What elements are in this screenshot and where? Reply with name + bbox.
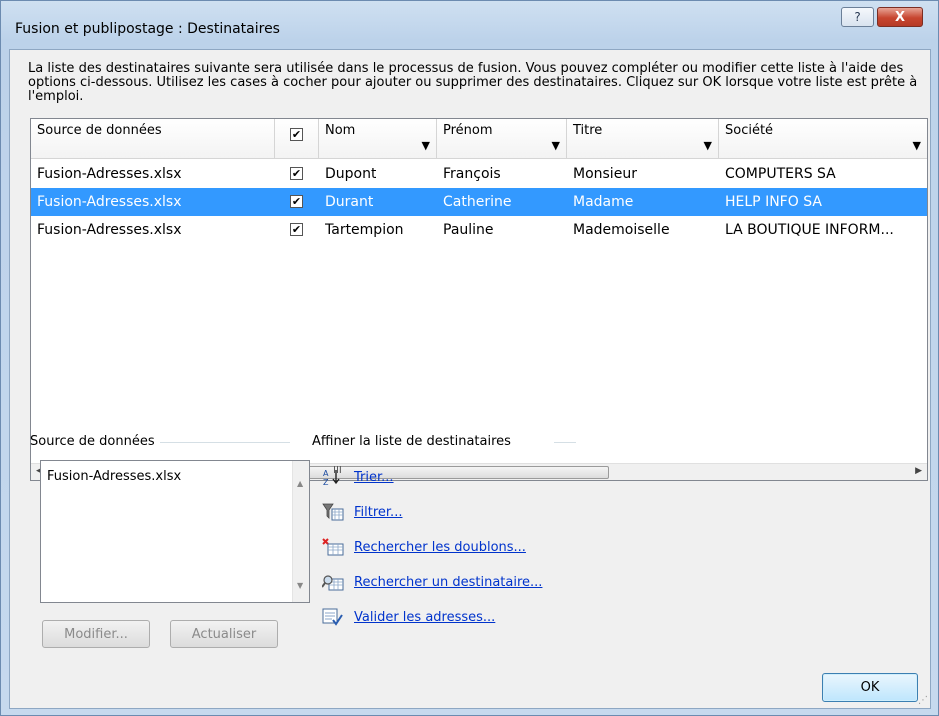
svg-text:Z: Z [323, 478, 329, 486]
list-item[interactable]: Fusion-Adresses.xlsx [47, 469, 181, 484]
close-button[interactable]: X [877, 7, 923, 27]
row-checkbox[interactable]: ✔ [290, 167, 303, 180]
find-recipient-icon [321, 573, 344, 591]
duplicates-link-row[interactable]: Rechercher les doublons... [322, 536, 526, 558]
cell-prenom: François [443, 166, 501, 182]
duplicates-icon [322, 538, 344, 556]
modify-button[interactable]: Modifier... [42, 620, 150, 648]
cell-nom: Tartempion [325, 222, 404, 238]
cell-nom: Durant [325, 194, 374, 210]
row-checkbox[interactable]: ✔ [290, 195, 303, 208]
dialog-window: Fusion et publipostage : Destinataires ?… [0, 0, 939, 716]
table-row[interactable]: Fusion-Adresses.xlsx ✔ Dupont François M… [31, 160, 927, 188]
close-icon: X [894, 9, 906, 25]
select-all-checkbox[interactable]: ✔ [290, 128, 303, 141]
cell-prenom: Catherine [443, 194, 512, 210]
cell-societe: COMPUTERS SA [725, 166, 836, 182]
column-label: Titre [573, 123, 603, 138]
data-source-list[interactable]: Fusion-Adresses.xlsx ▲ ▼ [40, 460, 310, 603]
scroll-right-icon[interactable]: ▶ [915, 466, 922, 476]
cell-titre: Madame [573, 194, 634, 210]
column-header-prenom[interactable]: Prénom ▼ [437, 119, 567, 159]
dropdown-arrow-icon[interactable]: ▼ [552, 139, 560, 152]
source-section-label: Source de données [30, 434, 155, 449]
scroll-down-icon[interactable]: ▼ [297, 581, 303, 590]
refine-section-label: Affiner la liste de destinataires [312, 434, 511, 449]
help-button[interactable]: ? [841, 7, 874, 27]
column-label: Société [725, 123, 774, 138]
cell-titre: Mademoiselle [573, 222, 670, 238]
cell-source: Fusion-Adresses.xlsx [37, 194, 182, 210]
scroll-up-icon[interactable]: ▲ [297, 479, 303, 488]
sort-link-row[interactable]: A Z Trier... [322, 466, 394, 488]
filter-icon [322, 503, 344, 521]
vertical-scrollbar[interactable]: ▲ ▼ [292, 461, 309, 602]
dropdown-arrow-icon[interactable]: ▼ [913, 139, 921, 152]
sort-az-icon: A Z [322, 468, 344, 487]
filter-link[interactable]: Filtrer... [354, 505, 402, 520]
cell-source: Fusion-Adresses.xlsx [37, 166, 182, 182]
cell-societe: HELP INFO SA [725, 194, 822, 210]
cell-societe: LA BOUTIQUE INFORM... [725, 222, 894, 238]
find-recipient-link-row[interactable]: Rechercher un destinataire... [321, 571, 542, 593]
table-row[interactable]: Fusion-Adresses.xlsx ✔ Tartempion Paulin… [31, 216, 927, 244]
ok-button[interactable]: OK [822, 673, 918, 702]
column-header-checkbox[interactable]: ✔ [275, 119, 319, 159]
svg-text:A: A [323, 469, 329, 478]
dropdown-arrow-icon[interactable]: ▼ [422, 139, 430, 152]
sort-link[interactable]: Trier... [354, 470, 394, 485]
table-row[interactable]: Fusion-Adresses.xlsx ✔ Durant Catherine … [31, 188, 927, 216]
cell-nom: Dupont [325, 166, 377, 182]
column-label: Prénom [443, 123, 493, 138]
cell-titre: Monsieur [573, 166, 637, 182]
resize-grip-icon[interactable]: ⋰ [918, 695, 928, 706]
intro-text: La liste des destinataires suivante sera… [28, 61, 918, 104]
validate-addresses-link-row[interactable]: Valider les adresses... [322, 606, 495, 628]
divider [554, 442, 576, 443]
refresh-button[interactable]: Actualiser [170, 620, 278, 648]
find-duplicates-link[interactable]: Rechercher les doublons... [354, 540, 526, 555]
cell-source: Fusion-Adresses.xlsx [37, 222, 182, 238]
column-label: Source de données [37, 123, 162, 138]
column-label: Nom [325, 123, 356, 138]
table-header: Source de données ✔ Nom ▼ Prénom ▼ Titre… [31, 119, 927, 159]
dropdown-arrow-icon[interactable]: ▼ [704, 139, 712, 152]
validate-addresses-icon [322, 608, 344, 626]
find-recipient-link[interactable]: Rechercher un destinataire... [354, 575, 542, 590]
column-header-titre[interactable]: Titre ▼ [567, 119, 719, 159]
dialog-title: Fusion et publipostage : Destinataires [15, 21, 280, 37]
column-header-nom[interactable]: Nom ▼ [319, 119, 437, 159]
validate-addresses-link[interactable]: Valider les adresses... [354, 610, 495, 625]
column-header-source[interactable]: Source de données [31, 119, 275, 159]
recipients-table[interactable]: Source de données ✔ Nom ▼ Prénom ▼ Titre… [30, 118, 928, 481]
cell-prenom: Pauline [443, 222, 494, 238]
divider [160, 442, 290, 443]
filter-link-row[interactable]: Filtrer... [322, 501, 402, 523]
help-icon: ? [854, 10, 861, 24]
row-checkbox[interactable]: ✔ [290, 223, 303, 236]
column-header-societe[interactable]: Société ▼ [719, 119, 927, 159]
dialog-body: La liste des destinataires suivante sera… [9, 49, 931, 709]
